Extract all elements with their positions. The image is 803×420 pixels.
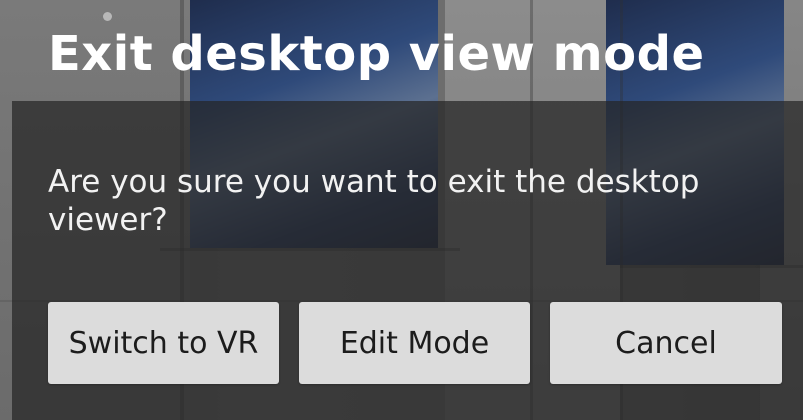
cancel-button[interactable]: Cancel	[550, 302, 782, 384]
exit-desktop-dialog: Are you sure you want to exit the deskto…	[12, 101, 803, 420]
dialog-message: Are you sure you want to exit the deskto…	[48, 164, 700, 238]
dialog-title: Exit desktop view mode	[48, 26, 705, 82]
edit-mode-button[interactable]: Edit Mode	[299, 302, 530, 384]
switch-to-vr-button[interactable]: Switch to VR	[48, 302, 279, 384]
